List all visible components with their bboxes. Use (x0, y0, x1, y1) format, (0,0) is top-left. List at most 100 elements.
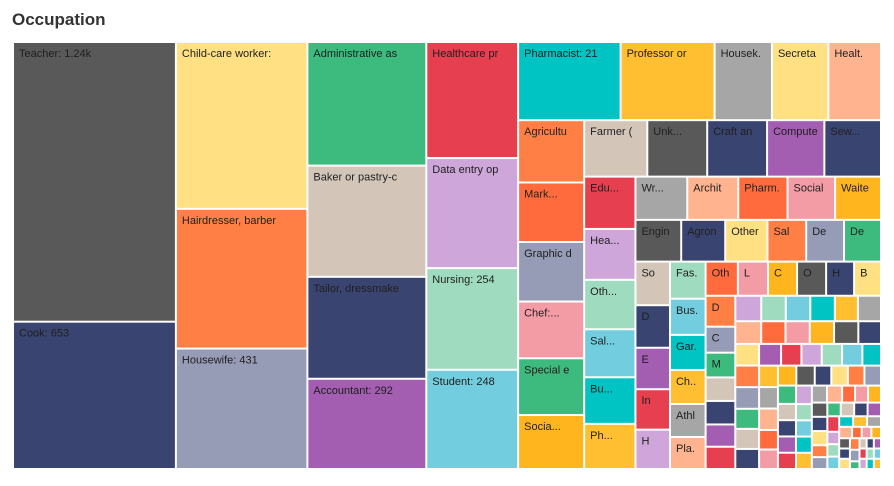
treemap-rect[interactable] (827, 262, 854, 295)
treemap-cell[interactable] (778, 437, 795, 452)
treemap-cell[interactable]: Accountant: 292 (308, 379, 426, 468)
treemap-cell[interactable] (760, 388, 777, 408)
treemap-cell[interactable] (796, 405, 811, 420)
treemap-cell[interactable] (840, 417, 853, 426)
treemap-cell[interactable] (760, 344, 781, 365)
treemap-cell[interactable]: O (798, 262, 826, 295)
treemap-rect[interactable] (859, 322, 880, 343)
treemap-cell[interactable] (815, 366, 831, 385)
treemap-rect[interactable] (815, 366, 831, 385)
treemap-rect[interactable] (840, 449, 849, 458)
treemap-cell[interactable]: Graphic d (519, 243, 584, 301)
treemap-cell[interactable]: Nursing: 254 (427, 269, 518, 369)
treemap-cell[interactable] (868, 403, 880, 416)
treemap-cell[interactable]: Bus. (670, 299, 705, 334)
treemap-rect[interactable] (802, 344, 821, 365)
treemap-cell[interactable]: Student: 248 (427, 370, 518, 468)
treemap-rect[interactable] (778, 366, 796, 385)
treemap-cell[interactable] (853, 427, 861, 438)
treemap-cell[interactable] (762, 296, 785, 321)
treemap-cell[interactable] (835, 322, 858, 343)
treemap-cell[interactable] (867, 459, 873, 468)
treemap-cell[interactable] (828, 445, 839, 456)
treemap-cell[interactable] (827, 386, 842, 402)
treemap-cell[interactable] (840, 427, 852, 438)
treemap-cell[interactable]: Sew... (825, 121, 880, 176)
treemap-rect[interactable] (810, 322, 834, 343)
treemap-rect[interactable] (786, 322, 809, 343)
treemap-cell[interactable]: In (636, 390, 669, 429)
treemap-cell[interactable]: E (636, 348, 669, 389)
treemap-rect[interactable] (812, 446, 827, 457)
treemap-cell[interactable] (796, 437, 811, 452)
treemap-cell[interactable] (706, 425, 735, 446)
treemap-cell[interactable] (797, 366, 814, 385)
treemap-rect[interactable] (828, 432, 839, 444)
treemap-rect[interactable] (843, 344, 862, 365)
treemap-rect[interactable] (176, 43, 307, 208)
treemap-rect[interactable] (867, 449, 873, 458)
treemap-rect[interactable] (736, 429, 759, 448)
treemap-cell[interactable]: Social (788, 177, 835, 219)
treemap-cell[interactable] (869, 386, 880, 402)
treemap-rect[interactable] (828, 445, 839, 456)
treemap-rect[interactable] (14, 43, 175, 321)
treemap-rect[interactable] (796, 386, 811, 404)
treemap-rect[interactable] (872, 427, 880, 438)
treemap-cell[interactable]: Child-care worker: (176, 43, 307, 208)
treemap-rect[interactable] (840, 459, 849, 468)
treemap-cell[interactable] (828, 457, 839, 468)
treemap-cell[interactable] (760, 409, 777, 429)
treemap-cell[interactable]: H (636, 430, 669, 468)
treemap-rect[interactable] (874, 449, 880, 458)
treemap-rect[interactable] (840, 439, 849, 448)
treemap-rect[interactable] (840, 417, 853, 426)
treemap-cell[interactable] (810, 322, 834, 343)
treemap-cell[interactable] (840, 439, 849, 448)
treemap-cell[interactable]: D (636, 306, 669, 347)
treemap-cell[interactable]: Compute (768, 121, 824, 176)
treemap-rect[interactable] (796, 453, 811, 468)
treemap-cell[interactable] (874, 449, 880, 458)
treemap-cell[interactable]: M (706, 353, 735, 377)
treemap-cell[interactable]: De (845, 220, 880, 261)
treemap-rect[interactable] (863, 344, 880, 365)
treemap-cell[interactable]: Edu... (585, 177, 635, 228)
treemap-cell[interactable] (736, 409, 759, 428)
treemap-rect[interactable] (860, 459, 866, 468)
treemap-rect[interactable] (797, 366, 814, 385)
treemap-cell[interactable] (850, 450, 859, 461)
treemap-rect[interactable] (854, 417, 867, 426)
treemap-rect[interactable] (760, 366, 777, 387)
treemap-cell[interactable] (812, 403, 827, 416)
treemap-rect[interactable] (867, 439, 873, 448)
treemap-rect[interactable] (736, 322, 761, 343)
treemap-cell[interactable] (850, 462, 859, 468)
treemap-cell[interactable]: Waite (836, 177, 880, 219)
treemap-rect[interactable] (840, 427, 852, 438)
treemap-cell[interactable]: Pla. (670, 438, 705, 468)
treemap-rect[interactable] (762, 322, 785, 343)
treemap-cell[interactable] (850, 439, 859, 449)
treemap-cell[interactable] (822, 344, 842, 365)
treemap-cell[interactable] (812, 386, 826, 402)
treemap-cell[interactable]: Baker or pastry-c (308, 166, 426, 276)
treemap-cell[interactable] (867, 439, 873, 448)
treemap-rect[interactable] (835, 296, 857, 321)
treemap-rect[interactable] (874, 459, 880, 468)
treemap-cell[interactable]: Oth (706, 262, 737, 295)
treemap-cell[interactable] (863, 344, 880, 365)
treemap-cell[interactable]: Data entry op (427, 159, 518, 268)
treemap-cell[interactable] (736, 429, 759, 448)
treemap-cell[interactable] (859, 322, 880, 343)
treemap-cell[interactable] (843, 386, 855, 402)
treemap-rect[interactable] (822, 344, 842, 365)
treemap-cell[interactable] (856, 386, 868, 402)
treemap-cell[interactable] (736, 296, 761, 321)
treemap-rect[interactable] (14, 322, 175, 468)
treemap-rect[interactable] (736, 366, 759, 387)
treemap-cell[interactable] (736, 322, 761, 343)
treemap-rect[interactable] (865, 366, 880, 385)
treemap-cell[interactable]: D (706, 296, 735, 326)
treemap-rect[interactable] (786, 296, 810, 321)
